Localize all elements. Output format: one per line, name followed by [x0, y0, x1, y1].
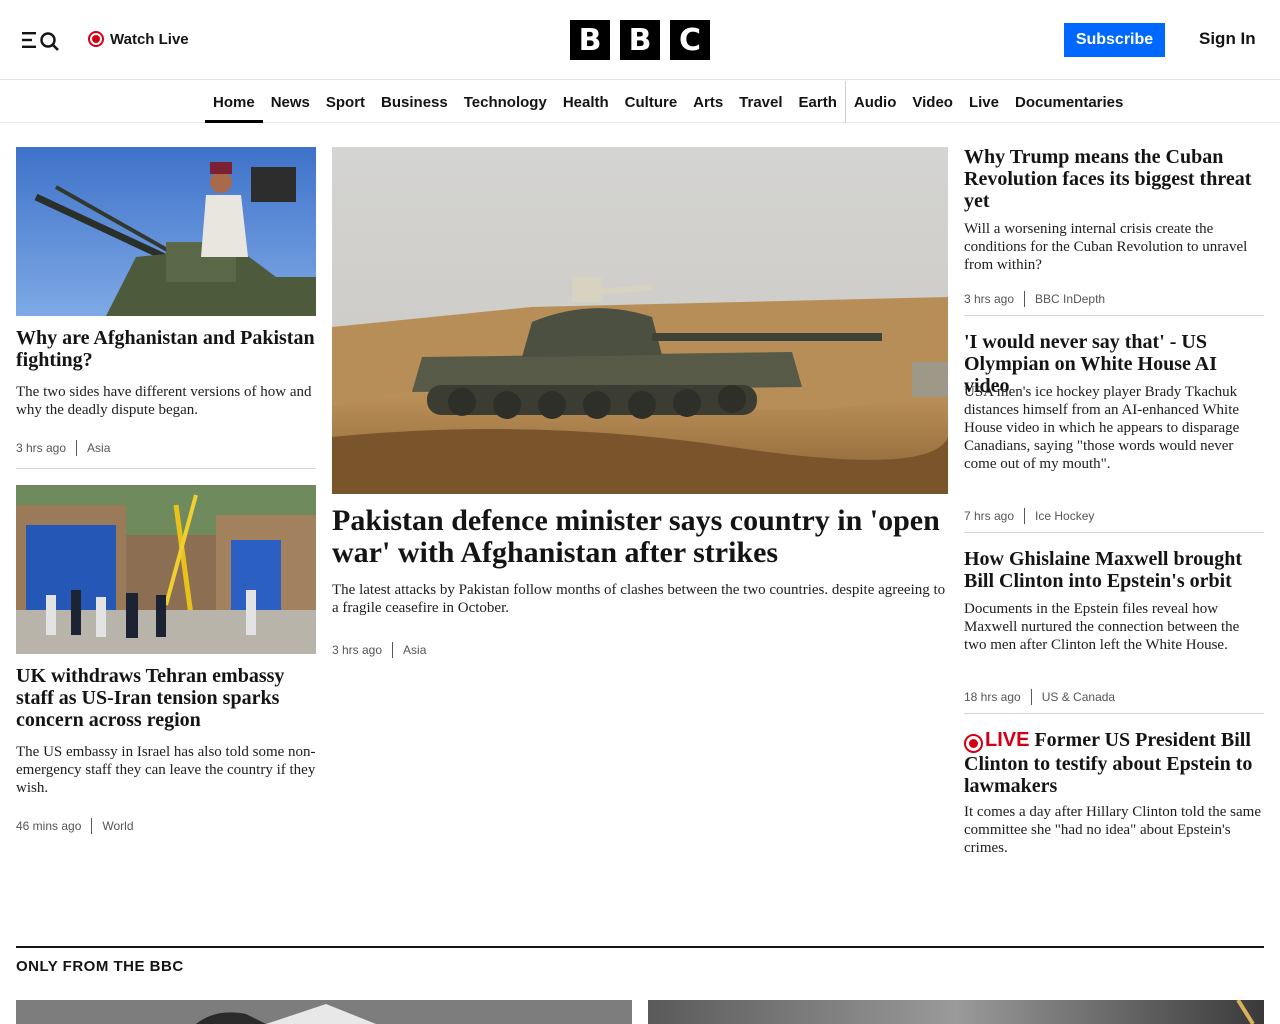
nav-item-culture[interactable]: Culture: [617, 81, 686, 123]
story-time: 3 hrs ago: [964, 292, 1015, 306]
section-story-image-2[interactable]: [648, 1000, 1264, 1024]
story-time: 3 hrs ago: [16, 441, 67, 455]
section-rule: [16, 946, 1264, 948]
meta-separator: [76, 440, 78, 456]
nav-item-technology[interactable]: Technology: [456, 81, 555, 123]
nav-item-sport[interactable]: Sport: [318, 81, 373, 123]
story-headline[interactable]: Why are Afghanistan and Pakistan fightin…: [16, 327, 316, 371]
live-story-headline[interactable]: LIVE Former US President Bill Clinton to…: [964, 729, 1264, 797]
live-dot-icon: [88, 31, 104, 47]
story-meta: 3 hrs ago Asia: [16, 440, 110, 456]
story-headline[interactable]: UK withdraws Tehran embassy staff as US-…: [16, 665, 316, 731]
story-image-tehran-embassy[interactable]: [16, 485, 316, 654]
story-meta: 7 hrs ago Ice Hockey: [964, 508, 1094, 524]
main-nav: Home News Sport Business Technology Heal…: [0, 81, 1280, 123]
story-meta: 3 hrs ago BBC InDepth: [964, 291, 1105, 307]
meta-separator: [1030, 689, 1032, 705]
subscribe-button[interactable]: Subscribe: [1064, 23, 1165, 57]
nav-item-travel[interactable]: Travel: [731, 81, 790, 123]
watch-live-label: Watch Live: [110, 30, 189, 48]
nav-item-audio[interactable]: Audio: [844, 81, 905, 123]
sign-in-link[interactable]: Sign In: [1199, 29, 1256, 49]
story-time: 46 mins ago: [16, 819, 82, 833]
story-divider: [964, 315, 1264, 316]
story-meta: 46 mins ago World: [16, 818, 134, 834]
story-divider: [16, 468, 316, 469]
story-divider: [964, 713, 1264, 714]
nav-item-earth[interactable]: Earth: [791, 81, 845, 123]
watch-live-link[interactable]: Watch Live: [88, 29, 189, 49]
story-summary: The two sides have different versions of…: [16, 384, 312, 418]
story-divider: [964, 532, 1264, 533]
logo-letter-c: C: [670, 20, 710, 60]
story-summary: It comes a day after Hillary Clinton tol…: [964, 804, 1261, 856]
meta-separator: [392, 642, 394, 658]
search-icon: [40, 32, 59, 51]
story-time: 3 hrs ago: [332, 643, 383, 657]
story-section-link[interactable]: Asia: [403, 643, 426, 657]
lead-story-meta: 3 hrs ago Asia: [332, 642, 426, 658]
story-section-link[interactable]: Asia: [87, 441, 110, 455]
nav-item-arts[interactable]: Arts: [685, 81, 731, 123]
story-summary: The US embassy in Israel has also told s…: [16, 744, 316, 796]
nav-item-news[interactable]: News: [263, 81, 318, 123]
section-title: ONLY FROM THE BBC: [16, 958, 184, 975]
story-headline[interactable]: Why Trump means the Cuban Revolution fac…: [964, 146, 1264, 212]
meta-separator: [91, 818, 93, 834]
story-headline[interactable]: How Ghislaine Maxwell brought Bill Clint…: [964, 548, 1264, 592]
story-time: 18 hrs ago: [964, 690, 1021, 704]
story-section-link[interactable]: US & Canada: [1042, 690, 1115, 704]
menu-icon: [22, 32, 59, 51]
story-image-afghan-gunner[interactable]: [16, 147, 316, 316]
live-dot-icon: [964, 734, 983, 753]
nav-item-documentaries[interactable]: Documentaries: [1007, 81, 1131, 123]
bbc-logo[interactable]: B B C: [570, 20, 710, 60]
story-section-link[interactable]: BBC InDepth: [1035, 292, 1105, 306]
lead-story-headline[interactable]: Pakistan defence minister says country i…: [332, 505, 948, 569]
lead-story-summary: The latest attacks by Pakistan follow mo…: [332, 582, 946, 616]
logo-letter-b1: B: [570, 20, 610, 60]
section-story-image-1[interactable]: [16, 1000, 632, 1024]
logo-letter-b2: B: [620, 20, 660, 60]
story-meta: 18 hrs ago US & Canada: [964, 689, 1115, 705]
nav-item-business[interactable]: Business: [373, 81, 456, 123]
story-time: 7 hrs ago: [964, 509, 1015, 523]
story-summary: USA men's ice hockey player Brady Tkachu…: [964, 384, 1240, 472]
story-summary: Documents in the Epstein files reveal ho…: [964, 601, 1240, 653]
site-header: Watch Live B B C Subscribe Sign In: [0, 0, 1280, 80]
lead-story-image-tank[interactable]: [332, 147, 948, 494]
nav-item-home[interactable]: Home: [205, 81, 263, 123]
nav-item-video[interactable]: Video: [904, 81, 961, 123]
story-section-link[interactable]: World: [102, 819, 133, 833]
meta-separator: [1024, 291, 1026, 307]
menu-search-button[interactable]: [20, 27, 62, 53]
live-label: LIVE: [985, 729, 1030, 751]
story-summary: Will a worsening internal crisis create …: [964, 221, 1248, 273]
nav-item-health[interactable]: Health: [555, 81, 617, 123]
meta-separator: [1024, 508, 1026, 524]
story-section-link[interactable]: Ice Hockey: [1035, 509, 1094, 523]
nav-item-live[interactable]: Live: [961, 81, 1007, 123]
